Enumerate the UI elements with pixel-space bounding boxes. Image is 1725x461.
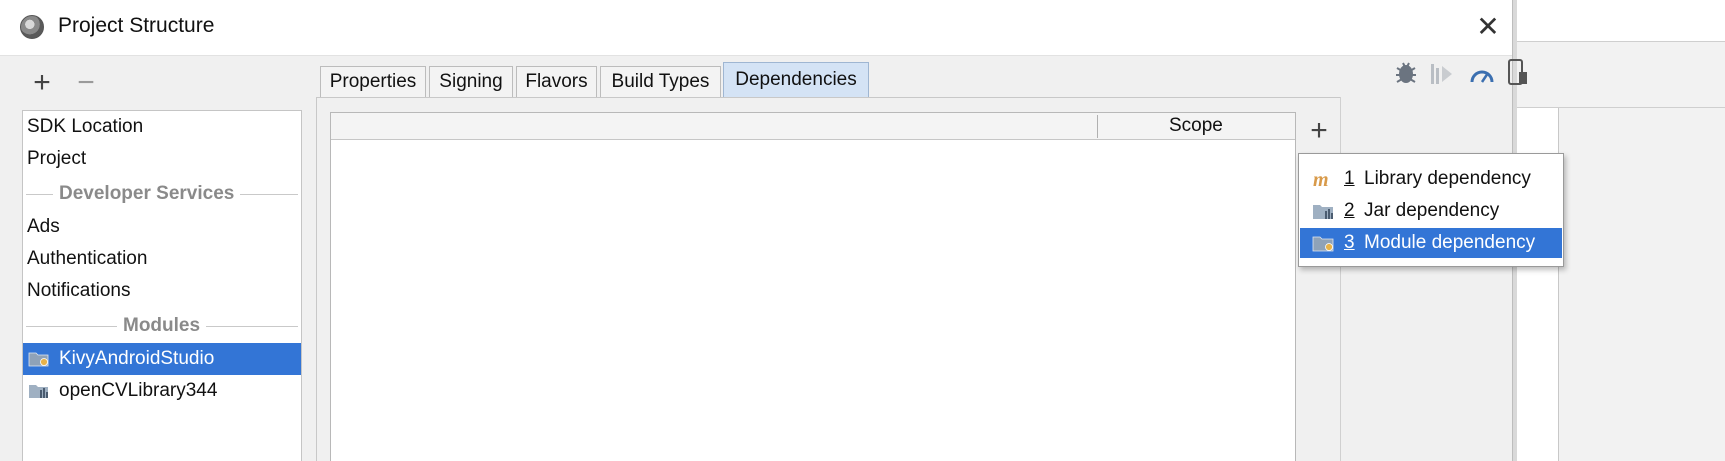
project-structure-dialog: Project Structure ✕ + − SDK Location Pro… [0, 0, 1512, 461]
table-header: Scope [331, 113, 1295, 140]
column-divider[interactable] [1097, 115, 1098, 138]
menu-item-number: 3 [1344, 232, 1355, 253]
title-bar: Project Structure ✕ [0, 0, 1512, 56]
module-folder-icon [1312, 236, 1334, 252]
svg-text:m: m [1313, 171, 1329, 188]
menu-item-number: 2 [1344, 200, 1355, 221]
sidebar-item-ads[interactable]: Ads [23, 211, 301, 243]
debug-icon[interactable] [1393, 58, 1419, 88]
add-module-button[interactable]: + [28, 68, 56, 98]
dependencies-table[interactable]: Scope [330, 112, 1296, 461]
attach-debugger-icon[interactable] [1429, 60, 1455, 88]
debug-icon [1389, 118, 1417, 148]
section-header-modules: Modules [23, 310, 301, 342]
ide-title-area [1517, 0, 1725, 42]
menu-item-label: Module dependency [1364, 232, 1536, 253]
profiler-icon[interactable] [1469, 62, 1495, 86]
section-label: Modules [117, 310, 207, 342]
dialog-title: Project Structure [58, 14, 215, 37]
android-studio-icon [20, 15, 44, 39]
device-manager-icon[interactable] [1505, 58, 1531, 88]
sidebar-list: SDK Location Project Developer Services … [22, 110, 302, 461]
jar-folder-icon [1313, 205, 1333, 219]
add-dependency-menu: m 1 Library dependency 2 Jar dependency … [1298, 153, 1564, 267]
tab-build-types[interactable]: Build Types [600, 66, 721, 98]
menu-item-module-dependency[interactable]: 3 Module dependency [1300, 228, 1562, 258]
maven-icon: m [1313, 171, 1329, 188]
menu-item-jar-dependency[interactable]: 2 Jar dependency [1300, 196, 1562, 226]
menu-item-label: Library dependency [1364, 168, 1531, 189]
remove-module-button[interactable]: − [72, 68, 100, 98]
sidebar-item-project[interactable]: Project [23, 143, 301, 175]
sidebar-item-label: KivyAndroidStudio [59, 348, 215, 369]
tab-flavors[interactable]: Flavors [516, 66, 597, 98]
close-button[interactable]: ✕ [1472, 12, 1504, 44]
sidebar-item-label: openCVLibrary344 [59, 380, 218, 401]
tab-dependencies[interactable]: Dependencies [723, 62, 869, 98]
module-folder-icon [28, 352, 49, 367]
add-dependency-button[interactable]: + [1302, 116, 1336, 148]
menu-item-label: Jar dependency [1364, 200, 1500, 221]
scope-column-header[interactable]: Scope [1169, 115, 1223, 137]
sidebar-item-sdk-location[interactable]: SDK Location [23, 111, 301, 143]
tab-signing[interactable]: Signing [429, 66, 513, 98]
sidebar-item-notifications[interactable]: Notifications [23, 275, 301, 307]
library-folder-icon [29, 385, 48, 398]
sidebar-item-opencvlibrary344[interactable]: openCVLibrary344 [23, 375, 301, 407]
section-label: Developer Services [53, 178, 241, 210]
section-header-developer-services: Developer Services [23, 178, 301, 210]
sidebar-item-authentication[interactable]: Authentication [23, 243, 301, 275]
tab-properties[interactable]: Properties [320, 66, 426, 98]
ide-toolbar [1517, 58, 1725, 108]
menu-item-number: 1 [1344, 168, 1355, 189]
table-side-strip [1340, 97, 1356, 461]
menu-item-library-dependency[interactable]: m 1 Library dependency [1300, 164, 1562, 194]
sidebar-item-kivyandroidstudio[interactable]: KivyAndroidStudio [23, 343, 301, 375]
